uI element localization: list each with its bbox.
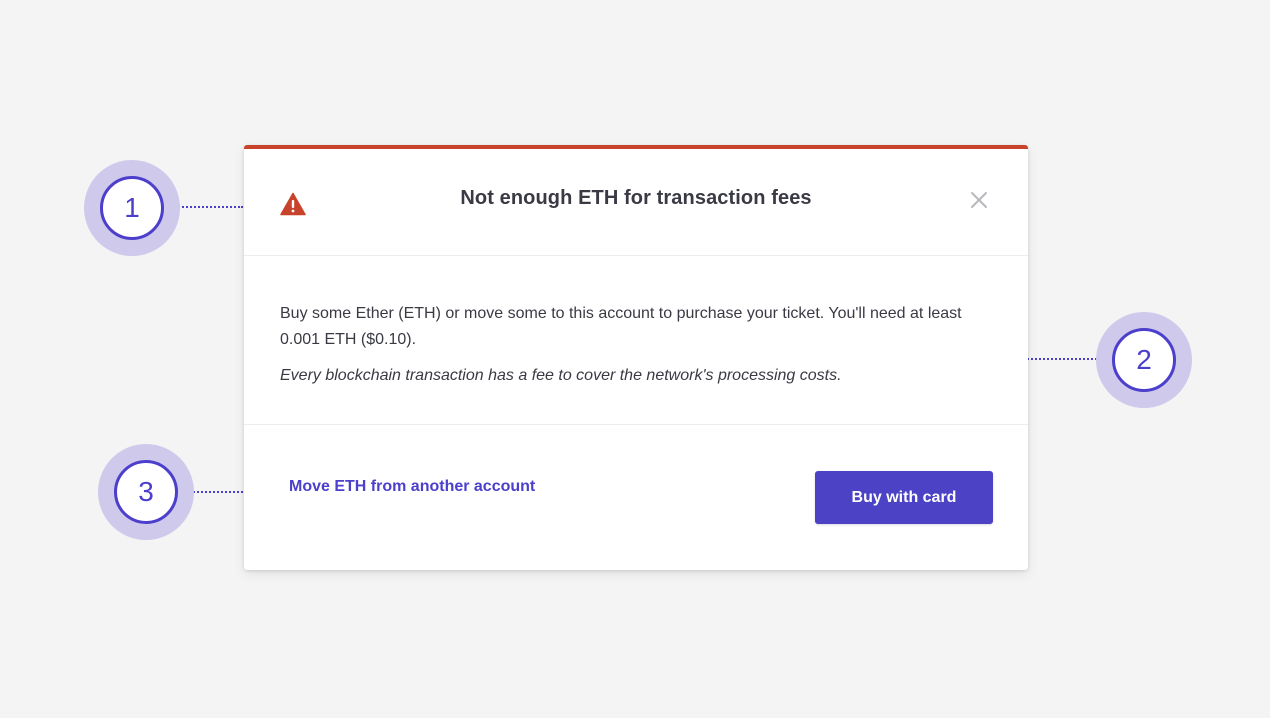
dialog-fee-note: Every blockchain transaction has a fee t… [280,367,842,384]
dialog-message: Buy some Ether (ETH) or move some to thi… [280,305,962,348]
callout-2-number: 2 [1112,328,1176,392]
callout-3: 3 [98,444,194,540]
callout-1: 1 [84,160,180,256]
move-eth-link[interactable]: Move ETH from another account [289,478,535,496]
dialog-header: Not enough ETH for transaction fees [244,149,1028,256]
buy-with-card-button[interactable]: Buy with card [815,471,993,524]
dialog-footer: Move ETH from another account Buy with c… [244,425,1028,570]
insufficient-eth-dialog: Not enough ETH for transaction fees Buy … [244,145,1028,570]
callout-1-number: 1 [100,176,164,240]
dialog-title: Not enough ETH for transaction fees [460,187,812,209]
callout-2: 2 [1096,312,1192,408]
callout-3-number: 3 [114,460,178,524]
close-icon[interactable] [968,189,990,211]
dialog-body: Buy some Ether (ETH) or move some to thi… [244,256,1028,425]
